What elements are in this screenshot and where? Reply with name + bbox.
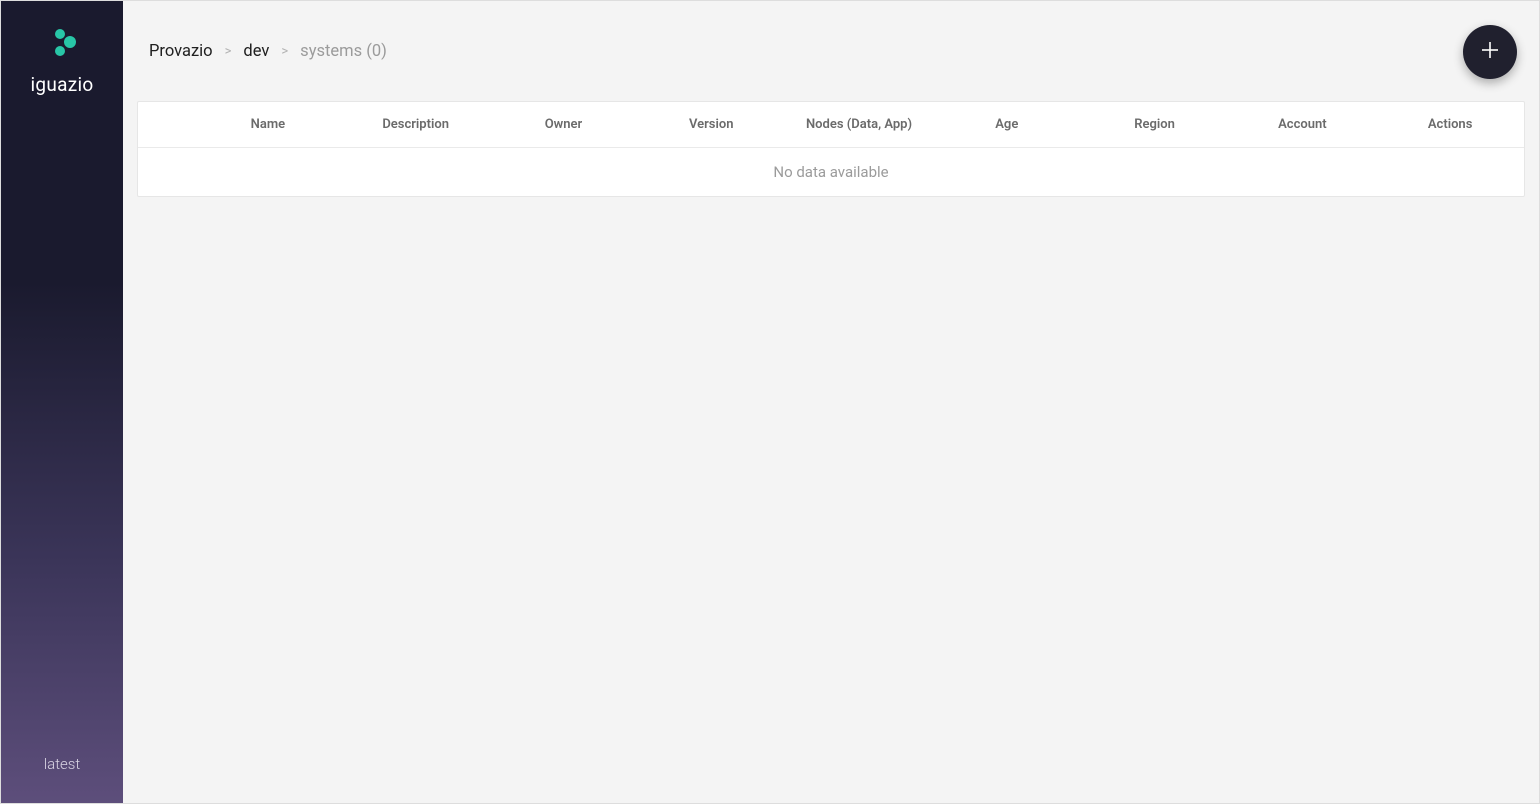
brand-logo[interactable]: iguazio bbox=[30, 29, 93, 96]
brand-name: iguazio bbox=[30, 73, 93, 96]
systems-table: Name Description Owner Version Nodes (Da… bbox=[137, 101, 1525, 197]
brand-logo-icon bbox=[47, 29, 77, 59]
breadcrumb-separator: > bbox=[281, 44, 288, 59]
breadcrumb-item-dev[interactable]: dev bbox=[243, 42, 269, 61]
content-area: Name Description Owner Version Nodes (Da… bbox=[123, 101, 1539, 197]
version-label: latest bbox=[44, 755, 80, 773]
table-header-version[interactable]: Version bbox=[637, 117, 785, 132]
table-header: Name Description Owner Version Nodes (Da… bbox=[138, 102, 1524, 148]
breadcrumb-item-provazio[interactable]: Provazio bbox=[149, 42, 213, 61]
breadcrumb: Provazio > dev > systems (0) bbox=[149, 42, 387, 61]
plus-icon bbox=[1479, 39, 1501, 65]
table-empty-message: No data available bbox=[138, 148, 1524, 196]
table-header-description[interactable]: Description bbox=[342, 117, 490, 132]
table-header-region[interactable]: Region bbox=[1081, 117, 1229, 132]
table-header-name[interactable]: Name bbox=[194, 117, 342, 132]
sidebar: iguazio latest bbox=[1, 1, 123, 803]
breadcrumb-item-systems: systems (0) bbox=[300, 42, 387, 61]
add-button[interactable] bbox=[1463, 25, 1517, 79]
main-content: Provazio > dev > systems (0) Name Descri… bbox=[123, 1, 1539, 803]
table-header-actions: Actions bbox=[1376, 117, 1524, 132]
topbar: Provazio > dev > systems (0) bbox=[123, 1, 1539, 101]
table-header-owner[interactable]: Owner bbox=[490, 117, 638, 132]
table-header-nodes[interactable]: Nodes (Data, App) bbox=[785, 117, 933, 132]
table-header-account[interactable]: Account bbox=[1228, 117, 1376, 132]
table-header-age[interactable]: Age bbox=[933, 117, 1081, 132]
breadcrumb-separator: > bbox=[225, 44, 232, 59]
